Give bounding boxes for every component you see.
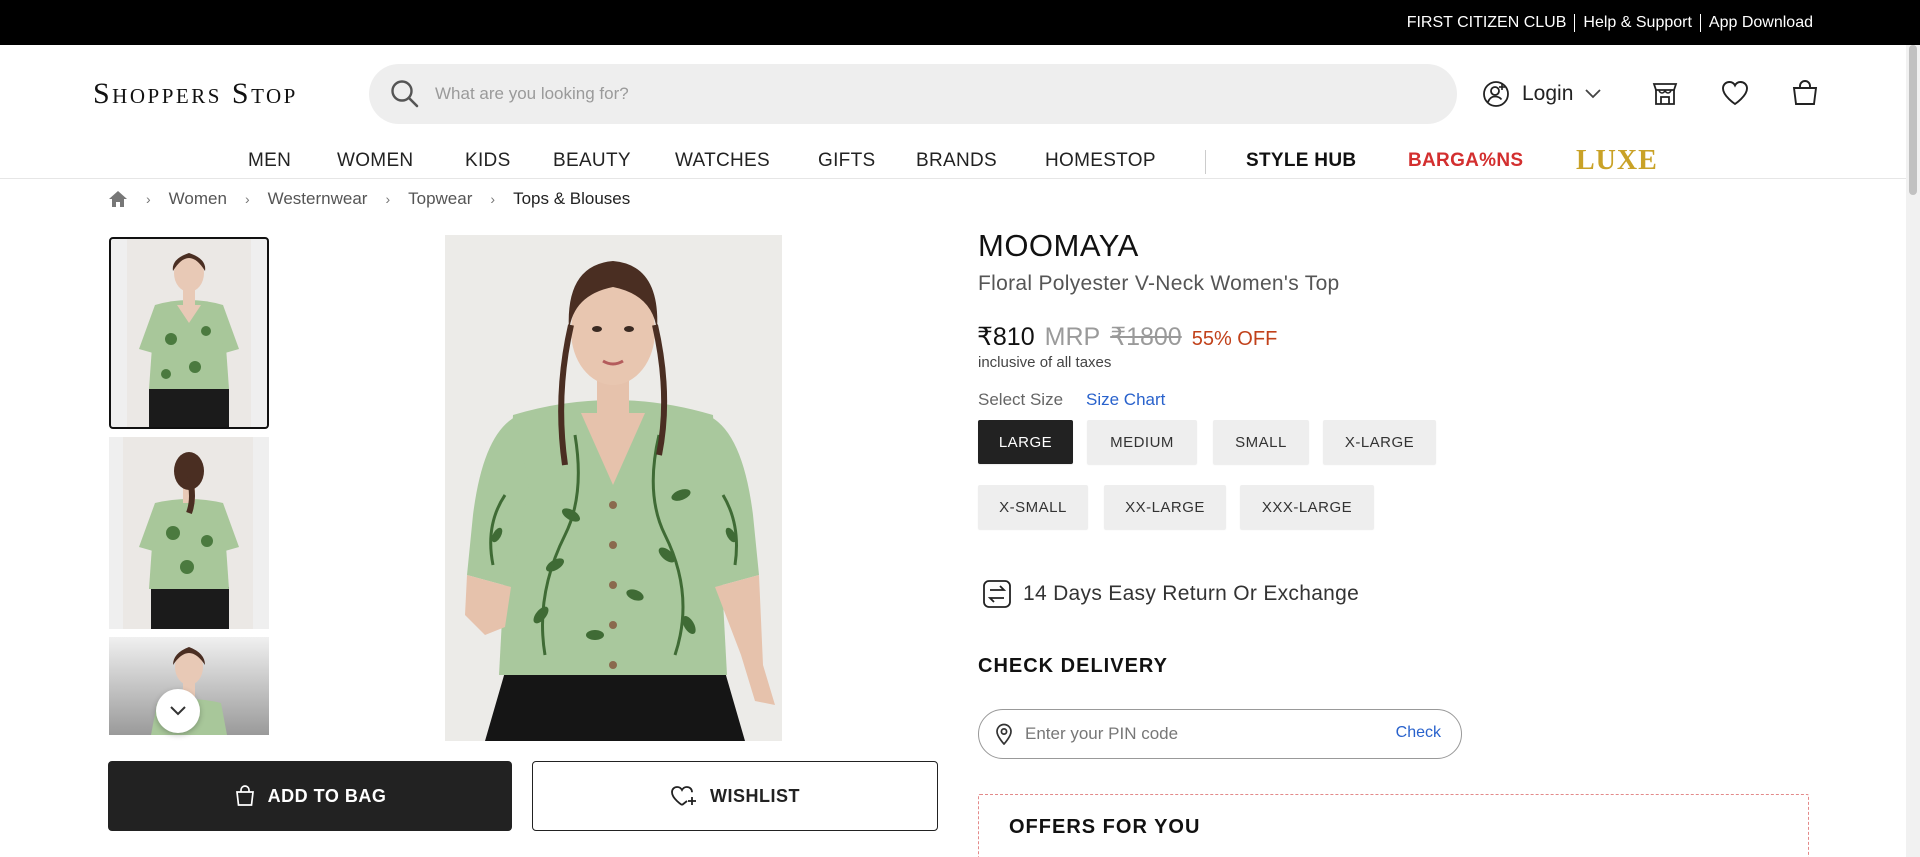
heart-icon[interactable]: [1720, 78, 1750, 108]
header-actions: Login: [1482, 78, 1602, 110]
search-icon: [391, 80, 419, 108]
first-citizen-club-link[interactable]: FIRST CITIZEN CLUB: [1399, 14, 1575, 32]
product-main-image[interactable]: [445, 235, 782, 741]
nav-item-beauty[interactable]: BEAUTY: [553, 150, 631, 172]
category-nav: MEN WOMEN KIDS BEAUTY WATCHES GIFTS BRAN…: [0, 146, 1920, 178]
location-pin-icon: [996, 723, 1012, 745]
check-delivery-heading: CHECK DELIVERY: [978, 655, 1168, 677]
size-option-small[interactable]: SMALL: [1213, 420, 1309, 464]
breadcrumb-current: Tops & Blouses: [513, 189, 631, 208]
mrp-label: MRP: [1044, 323, 1101, 351]
select-size-label: Select Size: [978, 390, 1064, 409]
add-to-bag-button[interactable]: ADD TO BAG: [108, 761, 512, 831]
nav-item-kids[interactable]: KIDS: [465, 150, 511, 172]
nav-divider-line: [0, 178, 1920, 179]
nav-item-women[interactable]: WOMEN: [337, 150, 413, 172]
logo[interactable]: Shoppers Stop: [93, 76, 298, 112]
page-scrollbar[interactable]: [1906, 45, 1920, 857]
chevron-right-icon: ›: [385, 191, 391, 207]
login-button[interactable]: Login: [1482, 80, 1602, 108]
size-option-x-small[interactable]: X-SMALL: [978, 485, 1088, 529]
nav-item-brands[interactable]: BRANDS: [916, 150, 997, 172]
nav-item-luxe[interactable]: LUXE: [1576, 146, 1658, 176]
search-input[interactable]: [435, 84, 1335, 104]
size-chart-link[interactable]: Size Chart: [1086, 390, 1165, 410]
help-support-link[interactable]: Help & Support: [1575, 14, 1700, 32]
size-option-medium[interactable]: MEDIUM: [1087, 420, 1197, 464]
app-download-link[interactable]: App Download: [1701, 14, 1821, 32]
offers-heading: OFFERS FOR YOU: [1009, 816, 1201, 838]
add-to-bag-label: ADD TO BAG: [267, 785, 387, 806]
home-icon[interactable]: [108, 190, 128, 208]
breadcrumb-westernwear[interactable]: Westernwear: [268, 189, 368, 209]
breadcrumb: › Women › Westernwear › Topwear › Tops &…: [108, 189, 630, 209]
return-exchange-info: 14 Days Easy Return Or Exchange: [981, 578, 1359, 610]
product-photo: [445, 235, 782, 741]
thumbnail-scroll-down-button[interactable]: [156, 689, 200, 733]
nav-item-watches[interactable]: WATCHES: [675, 150, 770, 172]
top-utility-bar: FIRST CITIZEN CLUB Help & Support App Do…: [0, 0, 1920, 45]
chevron-right-icon: ›: [146, 191, 151, 207]
pincode-field[interactable]: Check: [978, 709, 1462, 759]
selling-price: ₹810: [977, 323, 1035, 351]
store-icon[interactable]: [1650, 78, 1680, 108]
shopping-bag-icon[interactable]: [1790, 78, 1820, 108]
chevron-right-icon: ›: [244, 191, 250, 207]
product-title: Floral Polyester V-Neck Women's Top: [978, 272, 1340, 295]
nav-item-men[interactable]: MEN: [248, 150, 291, 172]
topbar-links: FIRST CITIZEN CLUB Help & Support App Do…: [1399, 0, 1821, 45]
discount-badge: 55% OFF: [1191, 328, 1278, 350]
wishlist-button[interactable]: WISHLIST: [532, 761, 938, 831]
shopping-bag-icon: [235, 785, 254, 806]
nav-item-style-hub[interactable]: STYLE HUB: [1246, 150, 1356, 172]
size-option-xx-large[interactable]: XX-LARGE: [1104, 485, 1226, 529]
taxes-note: inclusive of all taxes: [978, 354, 1112, 371]
size-option-large[interactable]: LARGE: [978, 420, 1073, 464]
nav-divider: [1205, 150, 1206, 174]
product-thumbnail-image: [127, 239, 251, 427]
pincode-input[interactable]: [1025, 724, 1375, 744]
breadcrumb-women[interactable]: Women: [169, 189, 227, 209]
return-exchange-text: 14 Days Easy Return Or Exchange: [1023, 582, 1360, 605]
product-thumbnail-back[interactable]: [109, 437, 269, 629]
product-thumbnail-image: [123, 437, 253, 629]
chevron-down-icon: [1585, 89, 1602, 99]
wishlist-label: WISHLIST: [710, 785, 800, 806]
scrollbar-thumb[interactable]: [1909, 45, 1917, 195]
user-plus-icon: [1483, 81, 1509, 107]
product-brand[interactable]: MOOMAYA: [978, 228, 1139, 264]
mrp-price: ₹1800: [1110, 323, 1182, 351]
chevron-right-icon: ›: [490, 191, 496, 207]
login-label: Login: [1522, 82, 1574, 105]
offers-section: OFFERS FOR YOU: [978, 794, 1809, 857]
size-option-x-large[interactable]: X-LARGE: [1323, 420, 1436, 464]
size-option-xxx-large[interactable]: XXX-LARGE: [1240, 485, 1374, 529]
exchange-icon: [983, 580, 1011, 608]
check-pincode-button[interactable]: Check: [1396, 724, 1441, 742]
nav-item-gifts[interactable]: GIFTS: [818, 150, 875, 172]
nav-item-homestop[interactable]: HOMESTOP: [1045, 150, 1156, 172]
chevron-down-icon: [170, 706, 186, 716]
nav-item-bargains[interactable]: BARGA%NS: [1408, 150, 1523, 172]
price-row: ₹810 MRP ₹1800 55% OFF: [977, 322, 1277, 352]
heart-plus-icon: [671, 786, 696, 806]
breadcrumb-topwear[interactable]: Topwear: [408, 189, 472, 209]
search-bar[interactable]: [369, 64, 1457, 124]
product-thumbnail-front[interactable]: [109, 237, 269, 429]
